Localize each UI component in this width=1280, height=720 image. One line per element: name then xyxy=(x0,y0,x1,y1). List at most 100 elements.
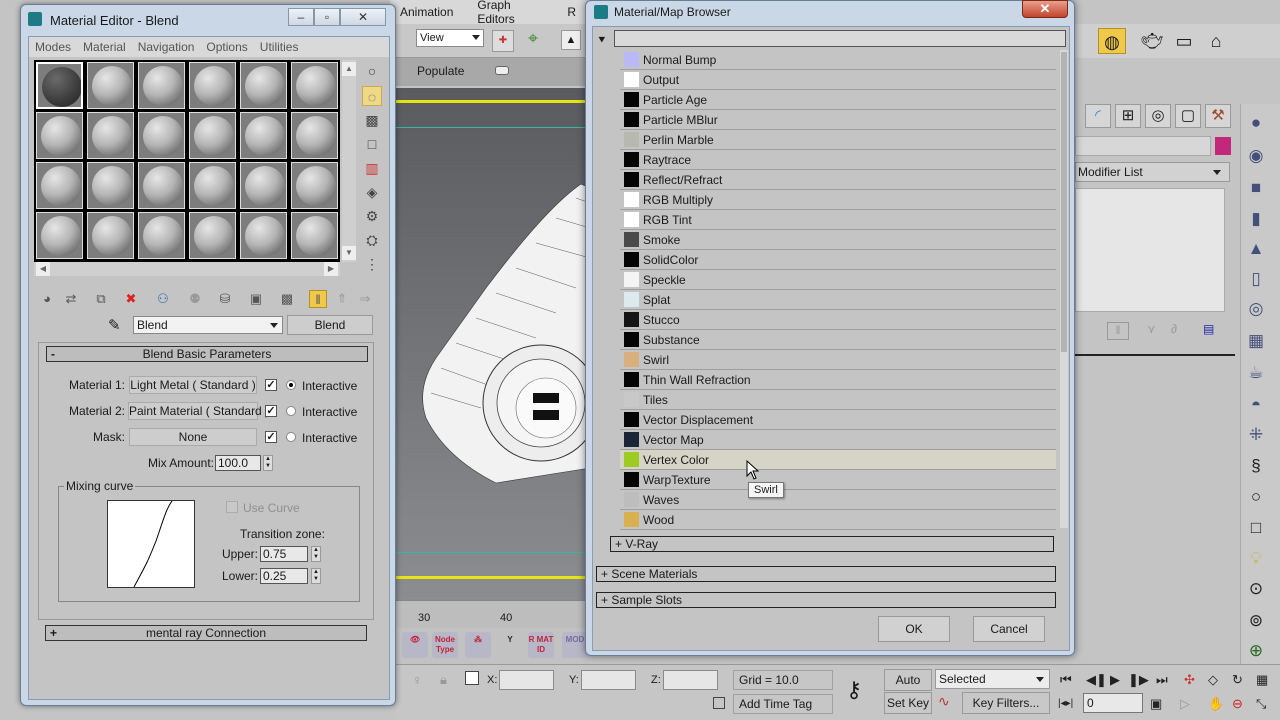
sample-slot[interactable] xyxy=(291,62,338,109)
slots-vertical-scrollbar[interactable]: ▲ ▼ xyxy=(342,60,356,262)
ok-button[interactable]: OK xyxy=(878,616,950,642)
key-icon[interactable]: ⚷ xyxy=(846,679,862,701)
menu-material[interactable]: Material xyxy=(83,40,126,54)
camera-icon[interactable]: ⊙ xyxy=(1245,578,1267,600)
pin-stack-icon[interactable]: ‖ xyxy=(1107,322,1129,340)
rollout-blend-basic-parameters[interactable]: - Blend Basic Parameters xyxy=(46,346,368,362)
lock-icon[interactable]: 🔒︎ xyxy=(440,672,447,688)
previous-frame-icon[interactable]: ◀❚ xyxy=(1086,672,1107,688)
light-icon[interactable]: 💡︎ xyxy=(1245,548,1267,570)
scroll-left-icon[interactable]: ◀ xyxy=(36,262,50,276)
mask-enable-checkbox[interactable]: ✓ xyxy=(265,431,277,443)
sample-slot[interactable] xyxy=(138,212,185,259)
play-icon[interactable]: ▶ xyxy=(1110,672,1120,688)
particles-icon[interactable]: ⁜ xyxy=(1245,424,1267,446)
reset-map-icon[interactable]: ✖ xyxy=(122,290,140,308)
time-tag-icon[interactable] xyxy=(713,697,725,709)
orbit-icon[interactable]: ⊖ xyxy=(1232,696,1243,712)
tube-icon[interactable]: ▯ xyxy=(1245,268,1267,290)
pivot-icon[interactable]: ✚ xyxy=(492,30,514,52)
ribbon-tab-populate[interactable]: Populate xyxy=(417,64,464,78)
ribbon-options-icon[interactable] xyxy=(495,66,509,75)
plane-icon[interactable]: ▦ xyxy=(1245,330,1267,352)
rollout-mental-ray-connection[interactable]: + mental ray Connection xyxy=(45,625,367,641)
mix-amount-spinner[interactable]: ▲ ▼ xyxy=(263,455,273,471)
map-list-item[interactable] xyxy=(620,290,1056,310)
make-copy-icon[interactable]: ⚇ xyxy=(154,290,172,308)
map-list-item[interactable] xyxy=(620,510,1056,530)
pick-material-eyedropper-icon[interactable]: ✎ xyxy=(108,316,121,334)
sample-slot[interactable] xyxy=(138,62,185,109)
isolate-icon[interactable]: ♀ xyxy=(412,672,423,688)
cylinder-icon[interactable]: ▮ xyxy=(1245,208,1267,230)
sample-slot[interactable] xyxy=(36,112,83,159)
camera-target-icon[interactable]: ⊚ xyxy=(1245,610,1267,632)
sample-slot[interactable] xyxy=(138,112,185,159)
map-list-item[interactable] xyxy=(620,310,1056,330)
configure-modifier-sets-icon[interactable]: ▤ xyxy=(1203,322,1214,336)
show-map-in-viewport-icon[interactable]: ▩ xyxy=(278,290,296,308)
set-key-button[interactable]: Set Key xyxy=(884,692,932,714)
show-end-result-icon[interactable]: ‖ xyxy=(309,290,327,308)
sample-slot[interactable] xyxy=(291,162,338,209)
cone-icon[interactable]: ▲ xyxy=(1245,238,1267,260)
next-frame-icon[interactable]: ❚▶ xyxy=(1128,672,1149,688)
display-all-icon[interactable]: ⁂ xyxy=(465,632,491,658)
sample-slot[interactable] xyxy=(36,162,83,209)
line-shape-icon[interactable]: § xyxy=(1245,455,1267,477)
time-config-icon[interactable]: ▣ xyxy=(1150,696,1162,712)
tab-display[interactable]: ▢ xyxy=(1175,104,1201,128)
key-mode-toggle-icon[interactable]: |◂▸| xyxy=(1058,696,1073,712)
modifier-stack[interactable] xyxy=(1075,188,1225,312)
zoom-icon[interactable]: ✣ xyxy=(1184,672,1195,688)
x-coord-field[interactable] xyxy=(499,670,554,690)
render-production-icon[interactable]: ⌂ xyxy=(1202,28,1230,54)
map-list-item[interactable] xyxy=(620,230,1056,250)
make-unique-icon[interactable]: ∂ xyxy=(1171,322,1177,336)
mix-amount-field[interactable]: 100.0 xyxy=(215,455,261,471)
scroll-down-icon[interactable]: ▼ xyxy=(342,246,356,260)
display-filter-icon[interactable]: 👁 xyxy=(402,632,428,658)
rendered-frame-window-icon[interactable]: ▭ xyxy=(1170,28,1198,54)
z-coord-field[interactable] xyxy=(663,670,718,690)
menu-graph-editors[interactable]: Graph Editors xyxy=(477,0,543,26)
circle-shape-icon[interactable]: ○ xyxy=(1245,486,1267,508)
use-curve-checkbox[interactable] xyxy=(226,501,238,513)
make-preview-icon[interactable]: ◈ xyxy=(362,182,382,202)
upper-spinner[interactable]: ▲ ▼ xyxy=(311,546,321,562)
options-icon[interactable]: ⚙ xyxy=(362,206,382,226)
search-by-name-input[interactable] xyxy=(614,30,1066,47)
rectangle-shape-icon[interactable]: □ xyxy=(1245,517,1267,539)
mask-interactive-radio[interactable] xyxy=(286,432,296,442)
sample-slot[interactable] xyxy=(189,112,236,159)
put-to-library-icon[interactable]: ⛁ xyxy=(216,290,234,308)
sample-slot[interactable] xyxy=(291,212,338,259)
sample-slot[interactable] xyxy=(87,162,134,209)
material-type-button[interactable]: Blend xyxy=(287,315,373,335)
go-to-parent-icon[interactable]: ⇑ xyxy=(333,290,351,308)
object-name-field[interactable] xyxy=(1075,136,1211,156)
lower-field[interactable]: 0.25 xyxy=(260,568,308,584)
sample-slot[interactable] xyxy=(240,112,287,159)
sample-slot[interactable] xyxy=(87,62,134,109)
material-name-field[interactable]: Blend xyxy=(133,316,283,334)
get-material-icon[interactable]: ◕ xyxy=(38,290,56,308)
cancel-button[interactable]: Cancel xyxy=(973,616,1045,642)
group-sample-slots[interactable]: + Sample Slots xyxy=(596,592,1056,608)
current-frame-field[interactable]: 0 xyxy=(1083,693,1143,713)
sample-slot[interactable] xyxy=(189,62,236,109)
tab-hierarchy[interactable]: ⊞ xyxy=(1115,104,1141,128)
sample-slot[interactable] xyxy=(189,162,236,209)
browser-scrollbar-thumb[interactable] xyxy=(1061,52,1067,352)
group-scene-materials[interactable]: + Scene Materials xyxy=(596,566,1056,582)
sample-slot[interactable] xyxy=(291,112,338,159)
helper-point-icon[interactable]: ⊕ xyxy=(1245,640,1267,662)
sample-slot[interactable] xyxy=(240,162,287,209)
menu-options[interactable]: Options xyxy=(206,40,247,54)
background-checker-icon[interactable]: ▩ xyxy=(362,110,382,130)
sample-slot[interactable] xyxy=(240,212,287,259)
sample-slot[interactable] xyxy=(240,62,287,109)
pan-icon[interactable]: ✋ xyxy=(1208,696,1224,712)
material-1-interactive-radio[interactable] xyxy=(286,380,296,390)
go-to-start-icon[interactable]: ⏮ xyxy=(1060,672,1072,688)
